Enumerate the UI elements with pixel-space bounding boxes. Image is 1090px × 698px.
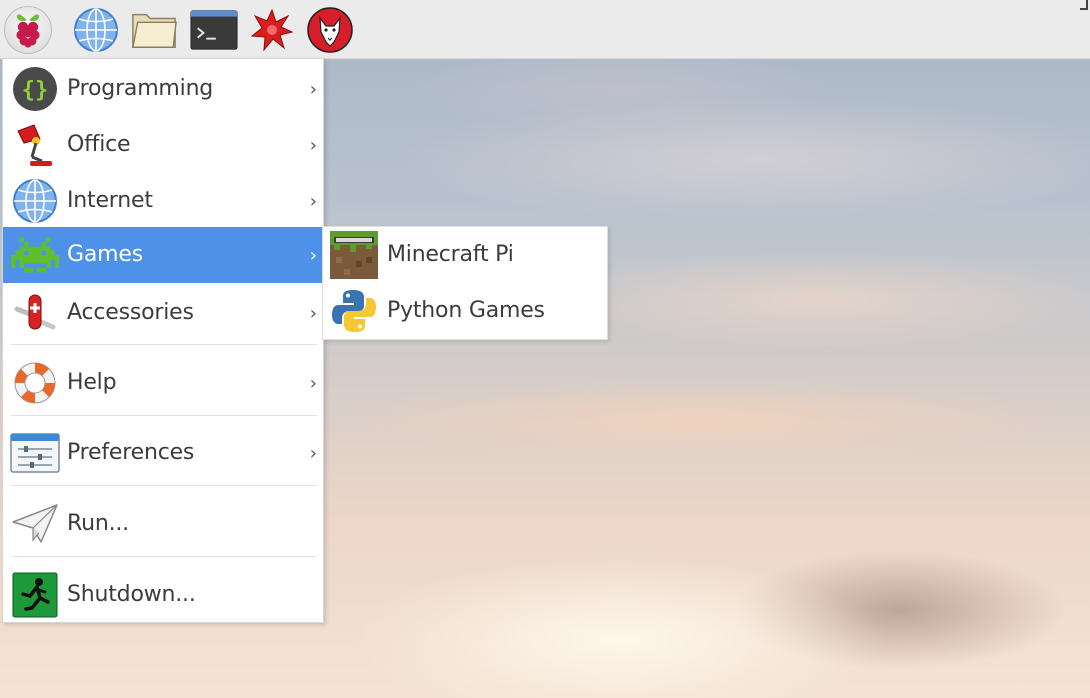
globe-icon — [13, 179, 57, 223]
red-star-icon — [250, 8, 294, 52]
exit-running-man-icon — [12, 572, 58, 618]
mathematica-launcher[interactable] — [248, 6, 296, 54]
menu-separator — [11, 344, 317, 345]
chevron-right-icon: › — [309, 78, 317, 100]
menu-item-preferences[interactable]: Preferences › — [3, 425, 323, 481]
globe-icon — [74, 8, 118, 52]
wolf-icon — [307, 7, 353, 53]
top-panel — [0, 0, 1090, 59]
chevron-right-icon: › — [309, 442, 317, 464]
desk-lamp-icon — [17, 124, 52, 166]
chevron-right-icon: › — [309, 302, 317, 324]
terminal-launcher[interactable] — [190, 6, 238, 54]
web-browser-launcher[interactable] — [72, 6, 120, 54]
menu-separator — [11, 556, 317, 557]
menu-item-label: Games — [67, 242, 143, 267]
menu-item-help[interactable]: Help › — [3, 355, 323, 411]
minecraft-block-icon — [330, 231, 378, 279]
menu-item-games[interactable]: Games › — [3, 227, 323, 283]
submenu-item-minecraft-pi[interactable]: Minecraft Pi — [323, 227, 607, 283]
terminal-icon — [190, 10, 238, 50]
menu-item-run[interactable]: Run... — [3, 496, 323, 552]
chevron-right-icon: › — [309, 190, 317, 212]
menu-item-label: Help — [67, 370, 117, 395]
menu-item-label: Internet — [67, 188, 153, 213]
chevron-right-icon: › — [309, 134, 317, 156]
menu-item-accessories[interactable]: Accessories › — [3, 285, 323, 341]
chevron-right-icon: › — [309, 244, 317, 266]
folder-icon — [132, 13, 177, 48]
menu-item-label: Shutdown... — [67, 582, 196, 607]
submenu-item-label: Minecraft Pi — [387, 242, 514, 267]
file-manager-launcher[interactable] — [130, 6, 178, 54]
menu-item-label: Office — [67, 132, 131, 157]
application-menu: {} Programming › Office › Internet › Gam… — [2, 58, 324, 623]
python-logo-icon — [332, 290, 376, 332]
raspberry-pi-icon — [16, 14, 40, 48]
menu-separator — [11, 485, 317, 486]
menu-separator — [11, 415, 317, 416]
paper-plane-icon — [12, 504, 58, 543]
panel-corner-marker — [1080, 0, 1088, 10]
code-braces-icon: {} — [13, 67, 57, 111]
submenu-item-label: Python Games — [387, 298, 545, 323]
menu-item-label: Programming — [67, 76, 214, 101]
menu-item-label: Accessories — [67, 300, 194, 325]
pocket-knife-icon — [14, 294, 56, 330]
menu-item-programming[interactable]: {} Programming › — [3, 61, 323, 117]
games-submenu: Minecraft Pi Python Games — [322, 226, 608, 340]
menu-item-internet[interactable]: Internet › — [3, 173, 323, 229]
svg-text:{}: {} — [22, 78, 49, 103]
menu-item-label: Run... — [67, 511, 129, 536]
menu-item-shutdown[interactable]: Shutdown... — [3, 567, 323, 623]
menu-item-office[interactable]: Office › — [3, 117, 323, 173]
space-invader-icon — [11, 237, 59, 273]
lifebuoy-icon — [14, 362, 56, 404]
menu-item-label: Preferences — [67, 440, 195, 465]
chevron-right-icon: › — [309, 372, 317, 394]
settings-window-icon — [10, 433, 60, 473]
submenu-item-python-games[interactable]: Python Games — [323, 283, 607, 339]
menu-button[interactable] — [4, 6, 52, 54]
wolfram-launcher[interactable] — [306, 6, 354, 54]
